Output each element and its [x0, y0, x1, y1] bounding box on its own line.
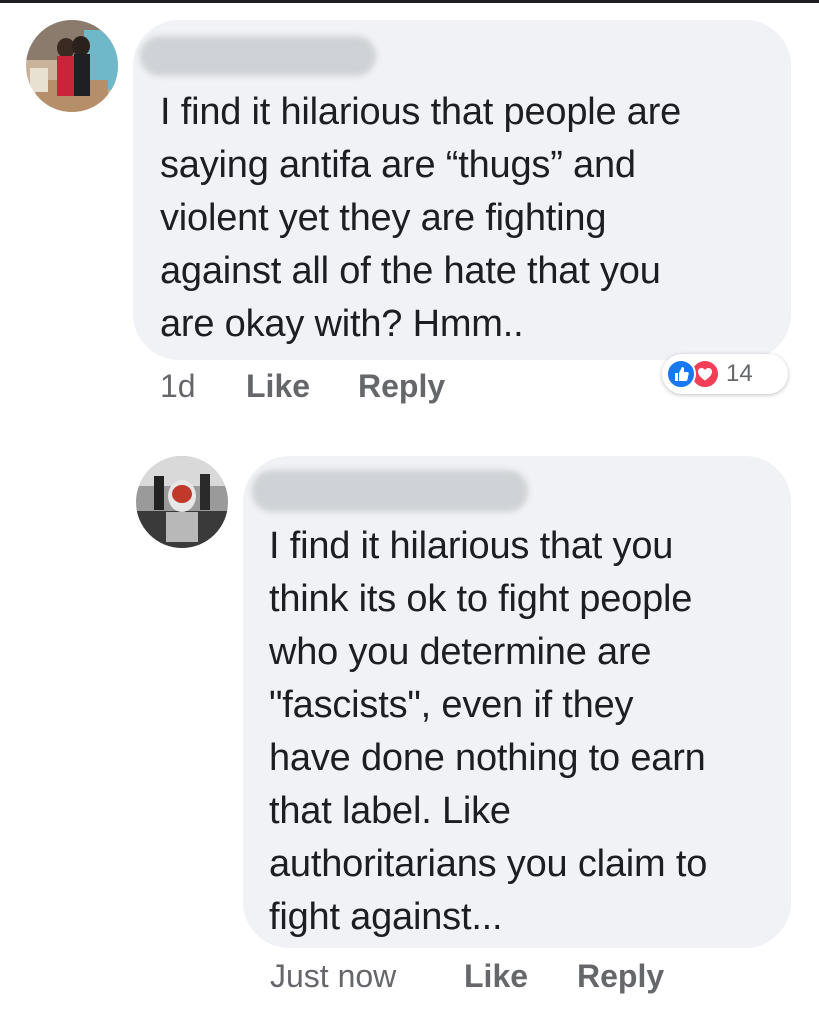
like-link[interactable]: Like — [464, 958, 528, 995]
reply-link[interactable]: Reply — [358, 368, 445, 405]
top-border — [0, 0, 819, 3]
comment-text: I find it hilarious that you think its o… — [269, 525, 708, 938]
redacted-author-name — [140, 36, 376, 76]
avatar[interactable] — [26, 20, 118, 112]
comment-timestamp[interactable]: Just now — [270, 958, 396, 994]
avatar[interactable] — [136, 456, 228, 548]
profile-photo-icon — [136, 456, 228, 548]
like-icon — [666, 359, 696, 389]
comment-actions: 1d — [160, 368, 196, 405]
comment-timestamp[interactable]: 1d — [160, 368, 196, 404]
comment-text: I find it hilarious that people are sayi… — [160, 91, 682, 345]
reaction-count: 14 — [726, 360, 753, 387]
reply-link[interactable]: Reply — [577, 958, 664, 995]
redacted-author-name — [252, 470, 528, 512]
comment-actions: Just now — [270, 958, 396, 995]
profile-photo-icon — [26, 20, 118, 112]
reaction-summary[interactable]: 14 — [662, 354, 788, 394]
like-link[interactable]: Like — [246, 368, 310, 405]
